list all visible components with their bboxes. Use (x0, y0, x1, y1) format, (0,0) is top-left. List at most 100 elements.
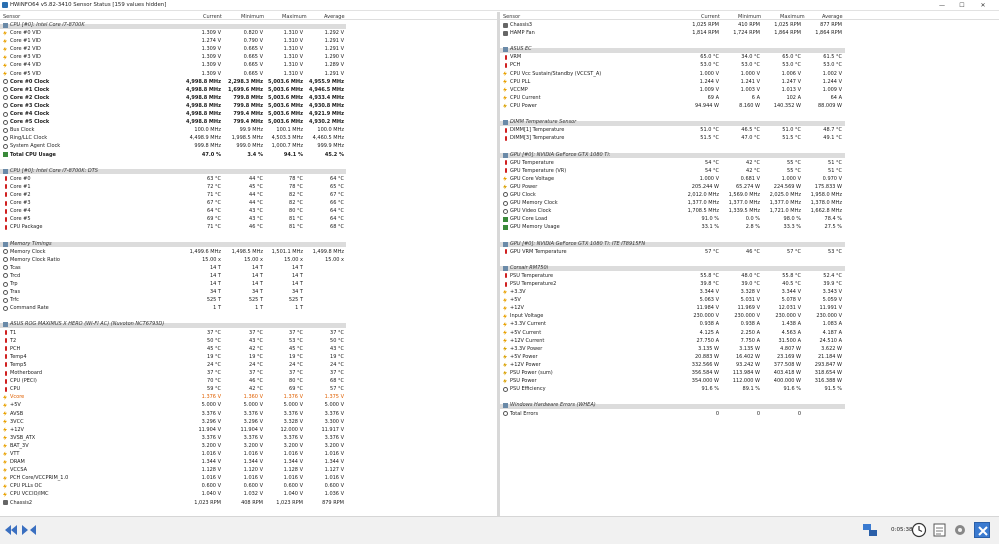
sensor-row[interactable]: +3.3V Power 3.135 W 3.135 W 4.807 W 3.622 W (500, 345, 999, 353)
sensor-group-header[interactable]: ASUS ROG MAXIMUS X HERO (WI-FI AC) (Nuvo… (0, 320, 497, 328)
close-button[interactable]: ✕ (977, 1, 989, 10)
sensor-row[interactable]: +5V Current 4.125 A 2.250 A 4.563 A 4.187 A (500, 329, 999, 337)
sensor-group-header[interactable]: Windows Hardware Errors (WHEA) (500, 401, 999, 409)
sensor-row[interactable]: Chassis2 1,023 RPM 408 RPM 1,023 RPM 879 RPM (0, 499, 497, 507)
sensor-group-header[interactable]: Memory Timings (0, 240, 497, 248)
sensor-row[interactable]: +12V 11.904 V 11.904 V 12.000 V 11.917 V (0, 426, 497, 434)
sensor-row[interactable]: PSU Power (sum) 356.584 W 113.984 W 403.418… (500, 369, 999, 377)
sensor-row[interactable]: VRM 65.0 °C 34.0 °C 65.0 °C 61.5 °C (500, 53, 999, 61)
sensor-row[interactable]: PSU Temperature2 39.8 °C 39.0 °C 40.5 °C 39.… (500, 280, 999, 288)
sensor-row[interactable]: Trp 14 T 14 T 14 T (0, 280, 497, 288)
sensor-row[interactable]: Core #5 Clock 4,998.8 MHz 799.4 MHz 5,003.6… (0, 118, 497, 126)
settings-icon[interactable] (952, 522, 968, 538)
report-icon[interactable] (932, 522, 948, 538)
sensor-group-header[interactable]: GPU [#0]: NVIDIA GeForce GTX 1080 Ti: IT… (500, 240, 999, 248)
sensor-row[interactable]: Temp5 24 °C 24 °C 24 °C 24 °C (0, 361, 497, 369)
sensor-row[interactable]: Core #4 VID 1.309 V 0.665 V 1.310 V 1.289 V (0, 61, 497, 69)
sensor-row[interactable]: DIMM[3] Temperature 51.5 °C 47.0 °C 51.5 °C… (500, 134, 999, 142)
header-maximum[interactable]: Maximum (282, 14, 307, 20)
sensor-row[interactable]: Total Errors 0 0 0 (500, 410, 999, 418)
header-current[interactable]: Current (701, 14, 720, 20)
header-average[interactable]: Average (324, 14, 345, 20)
header-maximum[interactable]: Maximum (780, 14, 805, 20)
sensor-row[interactable]: CPU PLLs OC 0.600 V 0.600 V 0.600 V 0.600 V (0, 482, 497, 490)
sensor-row[interactable]: CPU PLL 1.244 V 1.241 V 1.247 V 1.244 V (500, 78, 999, 86)
sensor-group-header[interactable]: CPU [#0]: Intel Core i7-8700K: DTS (0, 167, 497, 175)
sensor-row[interactable]: VTT 1.016 V 1.016 V 1.016 V 1.016 V (0, 450, 497, 458)
minimize-button[interactable]: — (936, 1, 948, 10)
sensor-row[interactable]: CPU (PECI) 70 °C 46 °C 80 °C 68 °C (0, 377, 497, 385)
sensor-row[interactable]: +3.3V Current 0.938 A 0.938 A 1.438 A 1.083 … (500, 320, 999, 328)
sensor-row[interactable]: CPU Current 69 A 6 A 102 A 64 A (500, 94, 999, 102)
sensor-group-header[interactable]: CPU [#0]: Intel Core i7-8700K (0, 21, 497, 29)
sensor-row[interactable]: Core #2 Clock 4,998.8 MHz 799.8 MHz 5,003.6… (0, 94, 497, 102)
sensor-row[interactable]: +12V Power 332.566 W 93.242 W 377.508 W 293.… (500, 361, 999, 369)
sensor-row[interactable]: CPU Package 71 °C 46 °C 81 °C 68 °C (0, 223, 497, 231)
sensor-row[interactable]: VCCMP 1.009 V 1.003 V 1.013 V 1.009 V (500, 86, 999, 94)
sensor-group-header[interactable]: GPU [#0]: NVIDIA GeForce GTX 1080 Ti: (500, 151, 999, 159)
sensor-row[interactable]: CPU 59 °C 42 °C 69 °C 57 °C (0, 385, 497, 393)
sensor-row[interactable]: T2 50 °C 43 °C 53 °C 50 °C (0, 337, 497, 345)
collapse-right-icon[interactable] (21, 522, 37, 538)
sensor-row[interactable]: Memory Clock 1,499.6 MHz 1,498.5 MHz 1,501.… (0, 248, 497, 256)
sensor-row[interactable]: Core #4 64 °C 43 °C 80 °C 64 °C (0, 207, 497, 215)
sensor-row[interactable]: GPU Power 205.244 W 65.274 W 224.569 W 175.8… (500, 183, 999, 191)
sensor-row[interactable]: PSU Power 354.000 W 112.000 W 400.000 W 316.… (500, 377, 999, 385)
sensor-row[interactable]: 3VSB_ATX 3.376 V 3.376 V 3.376 V 3.376 V (0, 434, 497, 442)
sensor-row[interactable]: +12V Current 27.750 A 7.750 A 31.500 A 24.51… (500, 337, 999, 345)
sensor-row[interactable]: PCH 53.0 °C 53.0 °C 53.0 °C 53.0 °C (500, 61, 999, 69)
sensor-row[interactable]: Core #4 Clock 4,998.8 MHz 799.4 MHz 5,003.6… (0, 110, 497, 118)
sensor-group-header[interactable]: ASUS EC (500, 45, 999, 53)
header-minimum[interactable]: Minimum (738, 14, 761, 20)
sensor-row[interactable]: BAT_3V 3.200 V 3.200 V 3.200 V 3.200 V (0, 442, 497, 450)
network-icon[interactable] (862, 522, 878, 538)
sensor-row[interactable]: Core #0 63 °C 44 °C 78 °C 64 °C (0, 175, 497, 183)
header-minimum[interactable]: Minimum (241, 14, 264, 20)
sensor-row[interactable]: Core #0 Clock 4,998.8 MHz 2,298.3 MHz 5,003… (0, 78, 497, 86)
sensor-row[interactable]: Input Voltage 230.000 V 230.000 V 230.000 V… (500, 312, 999, 320)
sensor-row[interactable]: DIMM[1] Temperature 51.0 °C 46.5 °C 51.0 °C… (500, 126, 999, 134)
sensor-row[interactable]: PCH Core/VCCPRIM_1.0 1.016 V 1.016 V 1.016 … (0, 474, 497, 482)
sensor-row[interactable]: Core #2 71 °C 44 °C 82 °C 67 °C (0, 191, 497, 199)
sensor-row[interactable]: GPU Memory Clock 1,377.0 MHz 1,377.0 MHz 1,… (500, 199, 999, 207)
sensor-row[interactable]: System Agent Clock 999.8 MHz 999.0 MHz 1,00… (0, 142, 497, 150)
header-sensor[interactable]: Sensor (503, 14, 520, 20)
sensor-row[interactable]: +5V 5.000 V 5.000 V 5.000 V 5.000 V (0, 401, 497, 409)
sensor-row[interactable]: GPU Temperature (VR) 54 °C 42 °C 55 °C 51 °C (500, 167, 999, 175)
sensor-row[interactable]: Tras 34 T 34 T 34 T (0, 288, 497, 296)
sensor-row[interactable]: PCH 45 °C 42 °C 45 °C 43 °C (0, 345, 497, 353)
sensor-pane-right[interactable]: Sensor Current Minimum Maximum Average C… (500, 12, 999, 516)
sensor-row[interactable]: Command Rate 1 T 1 T 1 T (0, 304, 497, 312)
sensor-row[interactable]: GPU Clock 2,012.0 MHz 1,569.0 MHz 2,025.0 M… (500, 191, 999, 199)
sensor-row[interactable]: PSU Efficiency 91.6 % 89.1 % 91.6 % 91.5 % (500, 385, 999, 393)
sensor-row[interactable]: CPU VCCIO/IMC 1.040 V 1.032 V 1.040 V 1.036 … (0, 490, 497, 498)
sensor-row[interactable]: AVSB 3.376 V 3.376 V 3.376 V 3.376 V (0, 410, 497, 418)
sensor-row[interactable]: PSU Temperature 55.8 °C 48.0 °C 55.8 °C 52.4… (500, 272, 999, 280)
sensor-row[interactable]: Core #1 Clock 4,998.8 MHz 1,699.6 MHz 5,003… (0, 86, 497, 94)
sensor-row[interactable]: Core #1 72 °C 45 °C 78 °C 65 °C (0, 183, 497, 191)
sensor-row[interactable]: Ring/LLC Clock 4,498.9 MHz 1,998.5 MHz 4,50… (0, 134, 497, 142)
sensor-row[interactable]: +3.3V 3.344 V 3.328 V 3.344 V 3.343 V (500, 288, 999, 296)
sensor-pane-left[interactable]: Sensor Current Minimum Maximum Average C… (0, 12, 497, 516)
sensor-row[interactable]: +12V 11.984 V 11.969 V 12.031 V 11.991 V (500, 304, 999, 312)
sensor-row[interactable]: Core #1 VID 1.274 V 0.790 V 1.310 V 1.291 V (0, 37, 497, 45)
sensor-row[interactable]: T1 37 °C 37 °C 37 °C 37 °C (0, 329, 497, 337)
sensor-row[interactable]: Core #3 67 °C 44 °C 82 °C 66 °C (0, 199, 497, 207)
clock-icon[interactable] (911, 522, 927, 538)
sensor-row[interactable]: Total CPU Usage 47.0 % 3.4 % 94.1 % 45.2 % (0, 151, 497, 159)
sensor-row[interactable]: Core #3 Clock 4,998.8 MHz 799.8 MHz 5,003.6… (0, 102, 497, 110)
maximize-button[interactable]: ☐ (956, 1, 968, 10)
sensor-row[interactable]: Bus Clock 100.0 MHz 99.9 MHz 100.1 MHz 100.0… (0, 126, 497, 134)
sensor-row[interactable]: Core #2 VID 1.309 V 0.665 V 1.310 V 1.291 V (0, 45, 497, 53)
sensor-row[interactable]: CPU Vcc Sustain/Standby (VCCST_A) 1.000 V… (500, 70, 999, 78)
sensor-row[interactable]: 3VCC 3.296 V 3.296 V 3.328 V 3.300 V (0, 418, 497, 426)
sensor-row[interactable]: Trfc 525 T 525 T 525 T (0, 296, 497, 304)
sensor-row[interactable]: Trcd 14 T 14 T 14 T (0, 272, 497, 280)
sensor-row[interactable]: Core #0 VID 1.309 V 0.820 V 1.310 V 1.292 V (0, 29, 497, 37)
sensor-row[interactable]: Temp4 19 °C 19 °C 19 °C 19 °C (0, 353, 497, 361)
collapse-left-icon[interactable] (2, 522, 18, 538)
sensor-row[interactable]: Vcore 1.376 V 1.360 V 1.376 V 1.375 V (0, 393, 497, 401)
sensor-row[interactable]: Core #5 VID 1.309 V 0.665 V 1.310 V 1.291 V (0, 70, 497, 78)
sensor-row[interactable]: HAMP Fan 1,814 RPM 1,724 RPM 1,864 RPM 1,864… (500, 29, 999, 37)
sensor-row[interactable]: Tcas 14 T 14 T 14 T (0, 264, 497, 272)
